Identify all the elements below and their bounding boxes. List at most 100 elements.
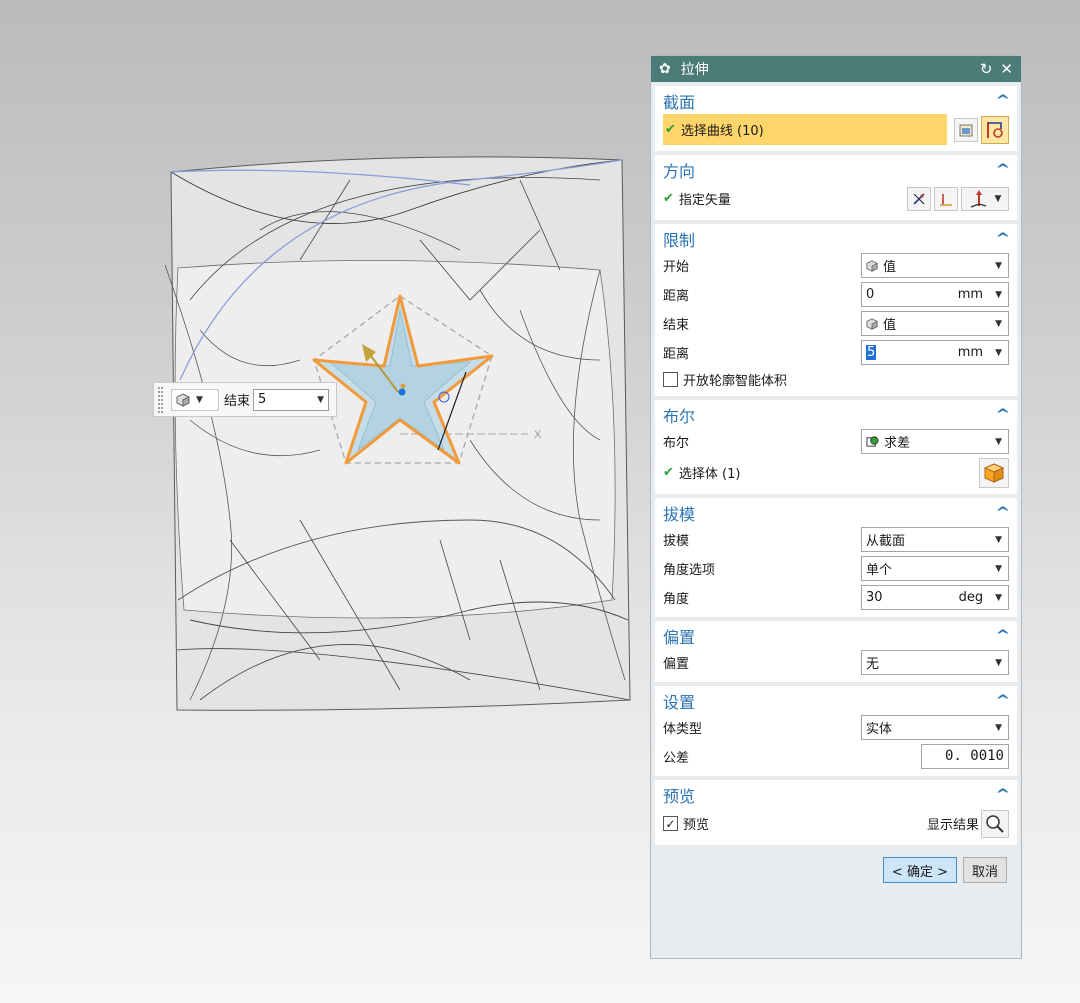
chevron-down-icon: ▼	[994, 193, 1002, 204]
offset-dropdown[interactable]: 无 ▼	[861, 650, 1009, 675]
graphics-viewport[interactable]: X	[0, 0, 650, 1003]
end-distance-input[interactable]: 5 ▼	[253, 388, 330, 411]
close-icon[interactable]: ✕	[1000, 60, 1013, 78]
open-profile-label: 开放轮廓智能体积	[683, 373, 788, 389]
open-profile-checkbox[interactable]	[663, 371, 678, 387]
start-distance-input[interactable]: 0 mm ▼	[861, 282, 1009, 307]
section-header[interactable]: 预览 ^	[663, 783, 1011, 807]
check-icon: ✔	[663, 191, 674, 206]
section-header[interactable]: 方向 ^	[663, 158, 1011, 182]
chevron-up-icon[interactable]: ^	[996, 787, 1011, 803]
unit-label: mm	[957, 287, 984, 302]
chevron-up-icon[interactable]: ^	[996, 505, 1011, 521]
section-header[interactable]: 截面 ^	[663, 89, 1011, 113]
angle-value: 30	[866, 590, 883, 605]
select-curve-button[interactable]	[981, 115, 1009, 144]
draft-label: 拔模	[663, 534, 690, 549]
section-header[interactable]: 限制 ^	[663, 227, 1011, 251]
select-curve-label: 选择曲线 (10)	[680, 124, 764, 139]
onscreen-input-bar: ▼ 结束 5 ▼	[153, 382, 337, 417]
start-type-dropdown[interactable]: 值 ▼	[861, 253, 1009, 278]
limits-section: 限制 ^ 开始 值 ▼ 距离 0 mm ▼ 结束 值 ▼ 距离 5 mm ▼ 开…	[655, 224, 1017, 396]
end-type-dropdown[interactable]: 值 ▼	[861, 311, 1009, 336]
boolean-label: 布尔	[663, 436, 690, 451]
solid-body-icon	[983, 462, 1005, 483]
boolean-section: 布尔 ^ 布尔 求差 ▼ ✔ 选择体 (1)	[655, 400, 1017, 494]
subtract-icon	[866, 436, 879, 447]
draft-dropdown[interactable]: 从截面 ▼	[861, 527, 1009, 552]
vector-dialog-button[interactable]	[934, 186, 958, 211]
value-cube-icon	[866, 317, 878, 330]
unit-label: mm	[957, 345, 984, 360]
value-cube-icon	[176, 392, 190, 407]
sketch-section-button[interactable]	[954, 117, 978, 142]
dialog-title: 拉伸	[680, 62, 709, 78]
preview-section: 预览 ^ ✓ 预览 显示结果	[655, 780, 1017, 845]
end-distance-value: 5	[258, 392, 267, 407]
chevron-up-icon[interactable]: ^	[996, 628, 1011, 644]
section-title: 布尔	[663, 407, 696, 426]
body-type-dropdown[interactable]: 实体 ▼	[861, 715, 1009, 740]
chevron-down-icon: ▼	[995, 260, 1002, 271]
show-result-button[interactable]	[981, 809, 1009, 838]
end-distance-value: 5	[866, 345, 877, 360]
section-header[interactable]: 拔模 ^	[663, 501, 1011, 525]
chevron-down-icon: ▼	[196, 394, 203, 405]
dialog-footer: < 确定 > 取消	[651, 845, 1021, 883]
tolerance-input[interactable]: 0. 0010	[921, 744, 1009, 769]
settings-section: 设置 ^ 体类型 实体 ▼ 公差 0. 0010	[655, 686, 1017, 776]
offset-label: 偏置	[663, 657, 690, 672]
chevron-up-icon[interactable]: ^	[996, 693, 1011, 709]
chevron-down-icon: ▼	[995, 722, 1002, 733]
drag-handle[interactable]	[158, 386, 163, 413]
unit-label: deg	[958, 590, 984, 605]
start-type-value: 值	[883, 260, 897, 275]
select-curve-row[interactable]: ✔ 选择曲线 (10)	[663, 114, 947, 145]
chevron-up-icon[interactable]: ^	[996, 231, 1011, 247]
chevron-up-icon[interactable]: ^	[996, 93, 1011, 109]
axis-x-label: X	[534, 429, 542, 441]
limit-type-dropdown[interactable]: ▼	[171, 388, 219, 411]
vector-type-dropdown[interactable]: ▼	[961, 186, 1009, 211]
show-result-label: 显示结果	[926, 818, 979, 833]
section-title: 限制	[663, 231, 696, 250]
angle-option-label: 角度选项	[663, 563, 716, 578]
section-title: 截面	[663, 93, 696, 112]
section-header[interactable]: 布尔 ^	[663, 403, 1011, 427]
reverse-direction-button[interactable]	[907, 186, 931, 211]
chevron-down-icon[interactable]: ▼	[995, 290, 1002, 300]
chevron-down-icon[interactable]: ▼	[995, 348, 1002, 358]
origin-point	[398, 388, 406, 396]
ok-button[interactable]: < 确定 >	[882, 857, 957, 883]
reset-icon[interactable]: ↻	[980, 60, 993, 78]
chevron-down-icon: ▼	[995, 318, 1002, 329]
draft-section: 拔模 ^ 拔模 从截面 ▼ 角度选项 单个 ▼ 角度 30 deg ▼	[655, 498, 1017, 617]
section-header[interactable]: 偏置 ^	[663, 624, 1011, 648]
angle-input[interactable]: 30 deg ▼	[861, 585, 1009, 610]
section-title: 预览	[663, 787, 696, 806]
select-body-button[interactable]	[979, 457, 1009, 488]
boolean-dropdown[interactable]: 求差 ▼	[861, 429, 1009, 454]
extrude-dialog: ✿ 拉伸 ↻ ✕ 截面 ^ ✔ 选择曲线 (10) 方向 ^ ✔ 指定矢量 ▼ …	[650, 55, 1022, 959]
end-distance-label: 距离	[663, 347, 690, 362]
vector-dialog-icon	[940, 193, 952, 206]
curve-select-icon	[987, 121, 1003, 138]
preview-checkbox[interactable]: ✓	[663, 816, 678, 831]
end-distance-input[interactable]: 5 mm ▼	[861, 340, 1009, 365]
angle-option-dropdown[interactable]: 单个 ▼	[861, 556, 1009, 581]
start-label: 开始	[663, 260, 690, 275]
section-title: 拔模	[663, 505, 696, 524]
section-title: 方向	[663, 162, 696, 181]
chevron-up-icon[interactable]: ^	[996, 162, 1011, 178]
body-type-label: 体类型	[663, 722, 703, 737]
select-body-label[interactable]: 选择体 (1)	[679, 463, 976, 482]
section-header[interactable]: 设置 ^	[663, 689, 1011, 713]
cancel-button[interactable]: 取消	[962, 857, 1007, 883]
dialog-titlebar[interactable]: ✿ 拉伸 ↻ ✕	[651, 56, 1021, 82]
section-title: 偏置	[663, 628, 696, 647]
chevron-down-icon[interactable]: ▼	[995, 593, 1002, 603]
chevron-up-icon[interactable]: ^	[996, 407, 1011, 423]
gear-icon[interactable]: ✿	[659, 61, 671, 77]
offset-value: 无	[866, 657, 880, 672]
end-type-value: 值	[883, 318, 897, 333]
